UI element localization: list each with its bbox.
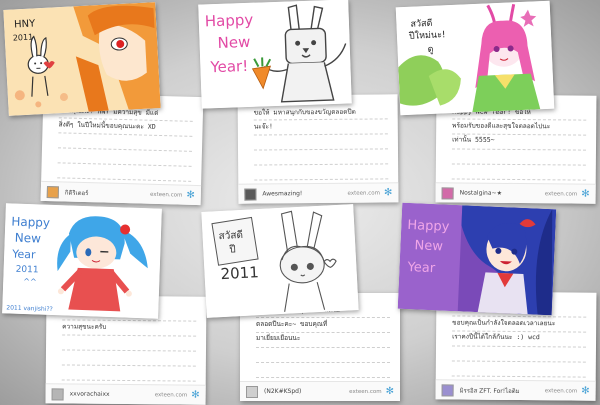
message-card-2: ขอให้ มหาสนุกกับของขวัญตลอดปีด นะจ๊ะ! Aw…: [237, 94, 399, 204]
pink-hair-girl-drawing: สวัสดี ปีใหม่นะ! ดู: [395, 0, 555, 116]
snowflake-icon: ✻: [581, 188, 590, 200]
avatar[interactable]: [244, 188, 257, 201]
artwork-card-5: สวัสดี ปี 2011: [201, 204, 359, 318]
brand-label: exteen.com: [544, 190, 578, 198]
art-text-smile: ^^: [23, 277, 37, 286]
art-text-new: New: [217, 33, 250, 52]
snowflake-icon: ✻: [191, 389, 200, 401]
art-text-year: Year!: [209, 57, 248, 76]
art-text-happy: Happy: [11, 215, 50, 230]
avatar[interactable]: [46, 185, 60, 198]
bunny-girl-sketch: สวัสดี ปี 2011: [201, 204, 359, 318]
card-footer: กิติริเตอร์ exteen.com ✻: [40, 180, 202, 206]
art-text-1: สวัสดี: [218, 229, 243, 242]
art-text-3: ดู: [427, 45, 433, 55]
long-blue-hair-girl-drawing: Happy New Year: [397, 202, 557, 316]
card-footer: Awesmazing! exteen.com ✻: [238, 182, 399, 204]
art-text-new: New: [414, 238, 443, 254]
username[interactable]: Awesmazing!: [262, 190, 347, 197]
card-footer: มิรรอิส ZFT. For!ไอติม exteen.com ✻: [435, 379, 596, 401]
snowflake-icon: ✻: [383, 186, 393, 198]
artwork-card-3: สวัสดี ปีใหม่นะ! ดู: [395, 0, 555, 116]
card-footer: Nostalgina~★ exteen.com ✻: [435, 182, 596, 204]
blue-hair-girl-drawing: Happy New Year 2011 ^^ 2011 vanjishi??: [2, 203, 162, 319]
message-text: ขอให้ มหาสนุกกับของขวัญตลอดปีด นะจ๊ะ!: [253, 107, 356, 131]
artwork-card-4: Happy New Year 2011 ^^ 2011 vanjishi??: [2, 203, 162, 319]
artwork-card-6: Happy New Year: [397, 202, 557, 316]
art-text-year: Year: [406, 260, 436, 276]
snowflake-icon: ✻: [186, 189, 195, 201]
art-text-happy: Happy: [205, 11, 254, 31]
card-gallery: ขอบคุณค่ะ! HNY มีความสุข มีแต่ สิ่งดีๆ ใ…: [0, 0, 600, 405]
brand-label: exteen.com: [349, 388, 382, 395]
snowflake-icon: ✻: [385, 385, 394, 397]
brand-label: exteen.com: [154, 391, 188, 399]
artwork-card-2: Happy New Year!: [198, 0, 352, 109]
username[interactable]: (N2K#KSpd): [264, 388, 349, 395]
username[interactable]: xxvorachaixx: [70, 391, 155, 399]
art-text-2011: 2011: [15, 265, 38, 276]
snowflake-icon: ✻: [581, 385, 590, 397]
username[interactable]: มิรรอิส ZFT. For!ไอติม: [460, 385, 545, 396]
avatar[interactable]: [246, 385, 258, 398]
brand-label: exteen.com: [347, 189, 381, 197]
art-text-happy: Happy: [407, 218, 450, 235]
art-text-2: ปีใหม่นะ!: [409, 29, 446, 42]
anime-girl-bunny-drawing: HNY 2011: [3, 2, 161, 116]
art-text-2: ปี: [228, 243, 236, 255]
brand-label: exteen.com: [544, 387, 578, 395]
bunny-carrot-drawing: Happy New Year!: [198, 0, 352, 109]
avatar[interactable]: [441, 186, 454, 199]
card-footer: xxvorachaixx exteen.com ✻: [45, 383, 206, 405]
avatar[interactable]: [51, 387, 64, 400]
art-text-year: Year: [11, 248, 36, 262]
avatar[interactable]: [441, 383, 454, 396]
art-text-year: 2011: [13, 33, 34, 43]
art-text-1: สวัสดี: [410, 18, 432, 30]
art-text-new: New: [15, 231, 42, 246]
username[interactable]: กิติริเตอร์: [65, 187, 150, 199]
art-text-hny: HNY: [14, 18, 37, 30]
artwork-card-1: HNY 2011: [3, 2, 161, 116]
art-text-2011: 2011: [220, 263, 259, 283]
username[interactable]: Nostalgina~★: [460, 190, 545, 198]
brand-label: exteen.com: [149, 191, 183, 199]
card-footer: (N2K#KSpd) exteen.com ✻: [240, 381, 400, 401]
